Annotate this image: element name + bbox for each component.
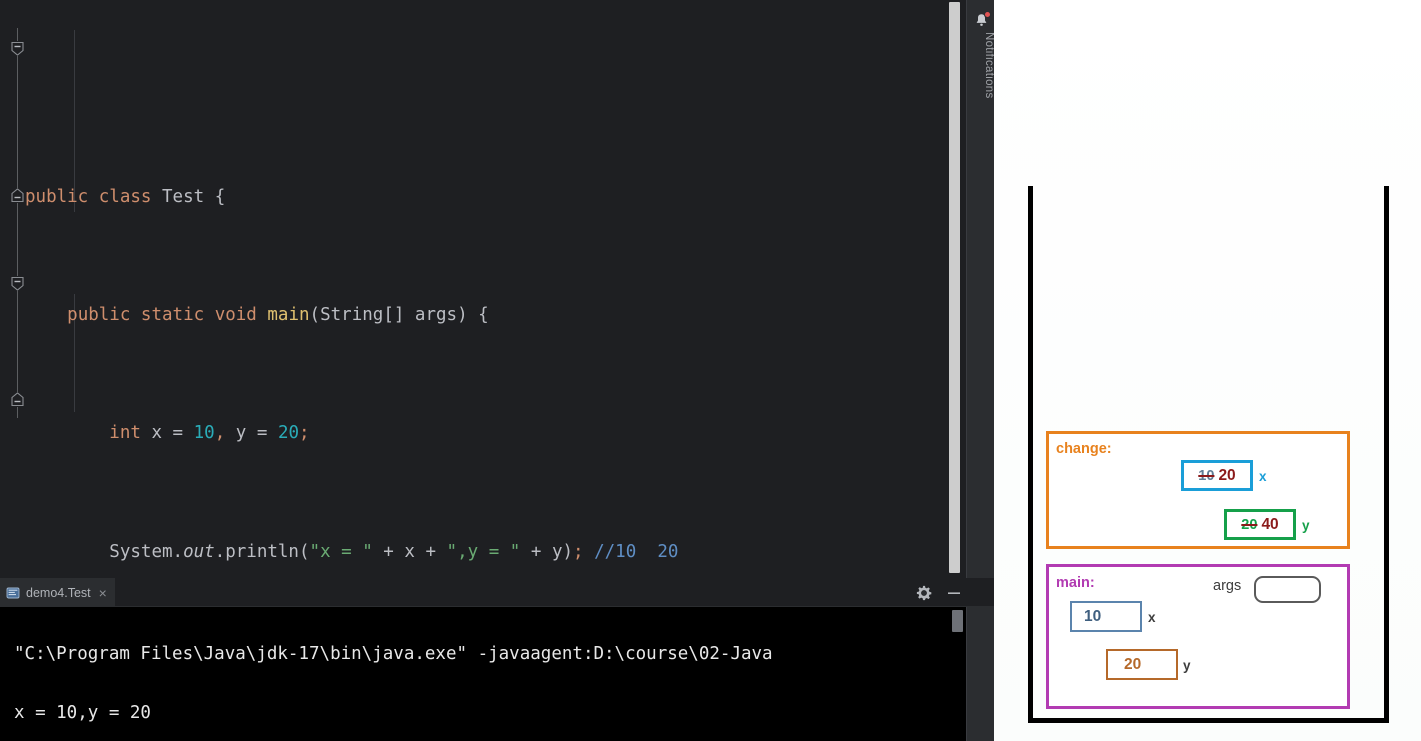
args-label: args [1213,578,1242,594]
stack-frame-change: change: 10 20 x 20 40 y [1046,431,1350,549]
stack-frame-change-label: change: [1056,441,1112,457]
variable-old-value: 20 [1241,516,1258,533]
memory-frame-bottom-border [1028,718,1389,723]
inline-comment: //10 20 [594,541,679,562]
scrollbar-thumb[interactable] [949,2,960,573]
notification-badge-dot [984,11,991,18]
code-line[interactable]: int x = 10, y = 20; [25,419,945,449]
run-tab-demo4-test[interactable]: demo4.Test × [0,578,115,607]
notifications-label[interactable]: Notifications [967,32,995,99]
variable-new-value: 40 [1261,515,1279,533]
variable-new-value: 20 [1218,466,1236,484]
console-output[interactable]: "C:\Program Files\Java\jdk-17\bin\java.e… [0,607,966,741]
fold-expand-icon-change-end[interactable] [10,392,25,407]
variable-box-change-y: 20 40 [1224,509,1296,540]
run-configuration-icon [6,586,20,600]
variable-name-main-x: x [1148,610,1156,625]
variable-name-change-x: x [1259,469,1267,484]
code-content[interactable]: public class Test { public static void m… [25,0,945,578]
notifications-sidebar[interactable]: Notifications [966,0,995,578]
variable-box-main-y: 20 [1106,649,1178,680]
console-line: x = 10,y = 20 [14,702,151,723]
run-panel-toolbar [916,578,962,607]
variable-box-change-x: 10 20 [1181,460,1253,491]
memory-frame-left-border [1028,186,1033,723]
gear-icon[interactable] [916,585,932,601]
run-tab-label: demo4.Test [26,585,91,600]
ide-pane: public class Test { public static void m… [0,0,995,741]
variable-name-change-y: y [1302,518,1310,533]
fold-collapse-icon-change[interactable] [10,276,25,291]
code-fold-connector [17,28,18,418]
run-console-panel: demo4.Test × "C:\Program Files\Java\jdk-… [0,578,994,741]
variable-value: 10 [1084,607,1102,625]
console-line: "C:\Program Files\Java\jdk-17\bin\java.e… [14,643,773,664]
run-tab-bar: demo4.Test × [0,578,994,607]
editor-gutter[interactable] [0,0,25,578]
variable-value: 20 [1124,655,1142,673]
variable-name-main-y: y [1183,658,1191,673]
bell-icon[interactable] [973,11,991,29]
close-icon[interactable]: × [97,586,107,600]
console-scrollbar-thumb[interactable] [952,610,963,632]
minimize-icon[interactable] [946,585,962,601]
whiteboard-pane: change: 10 20 x 20 40 y main: args 10 x … [994,0,1421,741]
console-right-strip [966,607,994,741]
args-reference-box [1254,576,1321,603]
ide-window: public class Test { public static void m… [0,0,1421,741]
variable-box-main-x: 10 [1070,601,1142,632]
code-line[interactable]: public static void main(String[] args) { [25,301,945,331]
variable-old-value: 10 [1198,467,1215,484]
code-editor[interactable]: public class Test { public static void m… [0,0,966,578]
whiteboard-canvas[interactable]: change: 10 20 x 20 40 y main: args 10 x … [994,0,1421,741]
code-line[interactable]: public class Test { [25,183,945,213]
stack-frame-main-label: main: [1056,575,1095,591]
memory-frame-right-border [1384,186,1389,723]
fold-collapse-icon-main[interactable] [10,41,25,56]
code-line[interactable]: System.out.println("x = " + x + ",y = " … [25,538,945,568]
fold-expand-icon-main-end[interactable] [10,188,25,203]
editor-vertical-scrollbar[interactable] [949,0,960,578]
stack-frame-main: main: args 10 x 20 y [1046,564,1350,709]
